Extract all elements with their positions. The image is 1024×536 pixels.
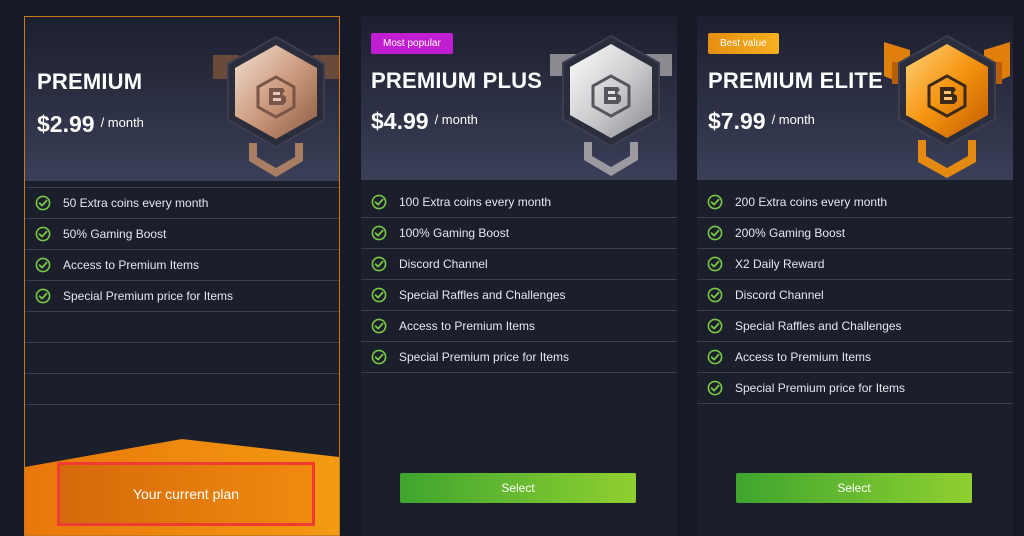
feature-label: Special Premium price for Items bbox=[735, 381, 906, 395]
check-circle-icon bbox=[707, 225, 723, 241]
plan-price: $2.99 / month bbox=[37, 111, 144, 138]
feature-item: Special Raffles and Challenges bbox=[361, 280, 677, 311]
check-circle-icon bbox=[707, 287, 723, 303]
select-premium-elite-button[interactable]: Select bbox=[736, 473, 972, 503]
check-circle-icon bbox=[371, 225, 387, 241]
feature-label: 200 Extra coins every month bbox=[735, 195, 888, 209]
feature-item: Access to Premium Items bbox=[25, 250, 339, 281]
check-circle-icon bbox=[35, 288, 51, 304]
select-label: Select bbox=[501, 481, 535, 495]
feature-label: Special Premium price for Items bbox=[399, 350, 570, 364]
plan-card-premium-elite: Best value PREMIUM ELITE $7.99 / month 20… bbox=[697, 16, 1013, 536]
price-amount: $7.99 bbox=[708, 108, 766, 134]
feature-item: 50% Gaming Boost bbox=[25, 219, 339, 250]
feature-label: Special Raffles and Challenges bbox=[735, 319, 902, 333]
silver-hexagon-badge-icon bbox=[550, 34, 672, 176]
feature-label: Special Raffles and Challenges bbox=[399, 288, 566, 302]
feature-item: Special Premium price for Items bbox=[25, 281, 339, 312]
feature-item: 200 Extra coins every month bbox=[697, 187, 1013, 218]
check-circle-icon bbox=[371, 194, 387, 210]
feature-label: Special Premium price for Items bbox=[63, 289, 234, 303]
feature-label: X2 Daily Reward bbox=[735, 257, 825, 271]
feature-item: 50 Extra coins every month bbox=[25, 187, 339, 219]
check-circle-icon bbox=[35, 195, 51, 211]
plan-header: Best value PREMIUM ELITE $7.99 / month bbox=[697, 16, 1013, 180]
empty-feature-row bbox=[25, 343, 339, 374]
most-popular-tag: Most popular bbox=[371, 33, 453, 54]
plan-title: PREMIUM ELITE bbox=[708, 68, 883, 93]
price-amount: $2.99 bbox=[37, 111, 95, 137]
check-circle-icon bbox=[371, 256, 387, 272]
plan-card-premium-plus: Most popular PREMIUM PLUS $4.99 / month 1… bbox=[361, 16, 677, 536]
gold-hexagon-badge-icon bbox=[884, 34, 1010, 178]
check-circle-icon bbox=[707, 256, 723, 272]
feature-item: Discord Channel bbox=[361, 249, 677, 280]
check-circle-icon bbox=[707, 194, 723, 210]
feature-label: 200% Gaming Boost bbox=[735, 226, 846, 240]
feature-item: Discord Channel bbox=[697, 280, 1013, 311]
feature-item: Access to Premium Items bbox=[361, 311, 677, 342]
feature-label: Discord Channel bbox=[399, 257, 488, 271]
plan-title: PREMIUM bbox=[37, 69, 143, 94]
feature-label: 100% Gaming Boost bbox=[399, 226, 510, 240]
price-period: / month bbox=[434, 112, 478, 127]
bronze-hexagon-badge-icon bbox=[213, 35, 339, 177]
check-circle-icon bbox=[371, 349, 387, 365]
check-circle-icon bbox=[35, 257, 51, 273]
feature-item: Special Raffles and Challenges bbox=[697, 311, 1013, 342]
empty-feature-row bbox=[25, 374, 339, 405]
feature-label: 50 Extra coins every month bbox=[63, 196, 209, 210]
feature-item: X2 Daily Reward bbox=[697, 249, 1013, 280]
feature-item: 200% Gaming Boost bbox=[697, 218, 1013, 249]
feature-item: Special Premium price for Items bbox=[697, 373, 1013, 404]
check-circle-icon bbox=[35, 226, 51, 242]
plan-header: Most popular PREMIUM PLUS $4.99 / month bbox=[361, 16, 677, 180]
feature-label: Discord Channel bbox=[735, 288, 824, 302]
price-period: / month bbox=[771, 112, 815, 127]
feature-label: 100 Extra coins every month bbox=[399, 195, 552, 209]
feature-label: Access to Premium Items bbox=[735, 350, 872, 364]
check-circle-icon bbox=[707, 318, 723, 334]
feature-list: 50 Extra coins every month 50% Gaming Bo… bbox=[25, 187, 339, 405]
feature-item: 100% Gaming Boost bbox=[361, 218, 677, 249]
best-value-tag: Best value bbox=[708, 33, 779, 54]
select-label: Select bbox=[837, 481, 871, 495]
plan-price: $4.99 / month bbox=[371, 108, 478, 135]
check-circle-icon bbox=[371, 287, 387, 303]
feature-label: Access to Premium Items bbox=[63, 258, 200, 272]
price-period: / month bbox=[100, 115, 144, 130]
price-amount: $4.99 bbox=[371, 108, 429, 134]
feature-item: Access to Premium Items bbox=[697, 342, 1013, 373]
plan-title: PREMIUM PLUS bbox=[371, 68, 543, 93]
feature-list: 100 Extra coins every month 100% Gaming … bbox=[361, 187, 677, 373]
current-plan-label: Your current plan bbox=[132, 486, 240, 502]
feature-item: 100 Extra coins every month bbox=[361, 187, 677, 218]
check-circle-icon bbox=[371, 318, 387, 334]
feature-label: 50% Gaming Boost bbox=[63, 227, 167, 241]
plan-header: PREMIUM $2.99 / month bbox=[25, 17, 339, 181]
select-premium-plus-button[interactable]: Select bbox=[400, 473, 636, 503]
feature-label: Access to Premium Items bbox=[399, 319, 536, 333]
current-plan-button[interactable]: Your current plan bbox=[57, 462, 315, 526]
feature-item: Special Premium price for Items bbox=[361, 342, 677, 373]
check-circle-icon bbox=[707, 380, 723, 396]
feature-list: 200 Extra coins every month 200% Gaming … bbox=[697, 187, 1013, 404]
empty-feature-row bbox=[25, 312, 339, 343]
check-circle-icon bbox=[707, 349, 723, 365]
plan-price: $7.99 / month bbox=[708, 108, 815, 135]
plan-card-premium: PREMIUM $2.99 / month 50 Extra coins ever… bbox=[24, 16, 340, 536]
